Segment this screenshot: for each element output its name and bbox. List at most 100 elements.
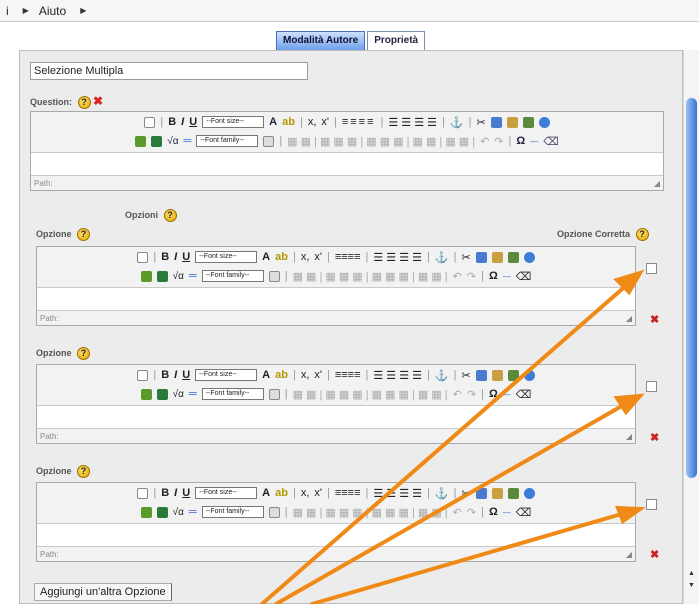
media-icon[interactable] <box>156 270 168 282</box>
highlight-icon[interactable]: ab <box>282 116 295 128</box>
scroll-thumb[interactable] <box>686 98 697 478</box>
nbsp-icon[interactable]: — <box>503 390 511 399</box>
option-text-area[interactable] <box>37 523 635 547</box>
add-option-button[interactable]: Aggiungi un'altra Opzione <box>34 583 172 601</box>
undo-icon[interactable]: ↶ <box>480 135 489 148</box>
new-doc-icon[interactable] <box>137 487 149 499</box>
list-icons[interactable]: ☰ ☰ ☰ ☰ <box>373 369 422 382</box>
math-icon[interactable]: √α <box>173 271 184 282</box>
delete-option-icon[interactable]: ✖ <box>650 548 659 561</box>
option-text-area[interactable] <box>37 405 635 429</box>
highlight-icon[interactable]: ab <box>275 369 288 381</box>
bold-icon[interactable]: B <box>161 487 169 499</box>
cut-icon[interactable]: ✂ <box>461 251 470 264</box>
resize-grip-icon[interactable]: ◢ <box>626 432 632 441</box>
superscript-icon[interactable]: x' <box>321 116 329 128</box>
paste-icon[interactable] <box>491 487 503 499</box>
subscript-icon[interactable]: x, <box>301 251 310 263</box>
omega-icon[interactable]: Ω <box>489 270 498 282</box>
correct-option-checkbox-1[interactable] <box>646 263 657 274</box>
text-color-icon[interactable]: A <box>262 369 270 381</box>
omega-icon[interactable]: Ω <box>489 506 498 518</box>
table-icons[interactable]: ▦ ▦ | ▦ ▦ ▦ | ▦ ▦ ▦ | ▦ ▦ | ▦ ▦ | <box>287 135 475 148</box>
underline-icon[interactable]: U <box>182 251 190 263</box>
info-icon[interactable] <box>538 116 550 128</box>
cleanup-icon[interactable]: ⌫ <box>543 135 559 148</box>
image-icon[interactable] <box>140 270 152 282</box>
paste-word-icon[interactable] <box>507 487 519 499</box>
hr-icon[interactable]: ═ <box>189 270 197 282</box>
cut-icon[interactable]: ✂ <box>461 487 470 500</box>
new-doc-icon[interactable] <box>137 369 149 381</box>
cleanup-icon[interactable]: ⌫ <box>516 506 532 519</box>
paste-icon[interactable] <box>491 251 503 263</box>
resize-grip-icon[interactable]: ◢ <box>654 179 660 188</box>
list-icons[interactable]: ☰ ☰ ☰ ☰ <box>373 487 422 500</box>
scroll-down-icon[interactable]: ▼ <box>688 582 695 589</box>
resize-grip-icon[interactable]: ◢ <box>626 550 632 559</box>
font-family-select[interactable]: --Font family-- <box>201 388 264 400</box>
italic-icon[interactable]: I <box>181 116 184 128</box>
redo-icon[interactable]: ↷ <box>494 135 503 148</box>
underline-icon[interactable]: U <box>189 116 197 128</box>
image-icon[interactable] <box>140 388 152 400</box>
hr-icon[interactable]: ═ <box>189 506 197 518</box>
new-doc-icon[interactable] <box>137 251 149 263</box>
underline-icon[interactable]: U <box>182 369 190 381</box>
edit-icon[interactable] <box>268 506 280 518</box>
math-icon[interactable]: √α <box>173 507 184 518</box>
list-icons[interactable]: ☰ ☰ ☰ ☰ <box>388 116 437 129</box>
image-icon[interactable] <box>140 506 152 518</box>
math-icon[interactable]: √α <box>173 389 184 400</box>
omega-icon[interactable]: Ω <box>516 135 525 147</box>
subscript-icon[interactable]: x, <box>308 116 317 128</box>
question-text-area[interactable] <box>31 152 663 176</box>
font-family-select[interactable]: --Font family-- <box>201 270 264 282</box>
help-icon[interactable]: ? <box>635 228 649 241</box>
text-color-icon[interactable]: A <box>262 487 270 499</box>
text-color-icon[interactable]: A <box>262 251 270 263</box>
media-icon[interactable] <box>151 135 163 147</box>
copy-icon[interactable] <box>490 116 502 128</box>
align-icons[interactable]: ≡≡≡≡ <box>335 251 361 263</box>
math-icon[interactable]: √α <box>167 136 178 147</box>
cleanup-icon[interactable]: ⌫ <box>516 270 532 283</box>
anchor-icon[interactable]: ⚓ <box>435 251 449 264</box>
paste-word-icon[interactable] <box>507 251 519 263</box>
option-editor-3[interactable]: | B I U --Font size-- A ab | x, x' | ≡≡≡≡ | … <box>36 482 636 562</box>
menu-item-aiuto[interactable]: Aiuto <box>39 4 66 18</box>
align-icons[interactable]: ≡≡≡≡ <box>335 369 361 381</box>
nbsp-icon[interactable]: — <box>530 137 538 146</box>
info-icon[interactable] <box>523 369 535 381</box>
cleanup-icon[interactable]: ⌫ <box>516 388 532 401</box>
cut-icon[interactable]: ✂ <box>461 369 470 382</box>
font-size-select[interactable]: --Font size-- <box>202 116 265 128</box>
undo-icon[interactable]: ↶ <box>453 270 462 283</box>
cut-icon[interactable]: ✂ <box>476 116 485 129</box>
font-family-select[interactable]: --Font family-- <box>196 135 259 147</box>
subscript-icon[interactable]: x, <box>301 369 310 381</box>
italic-icon[interactable]: I <box>174 251 177 263</box>
info-icon[interactable] <box>523 487 535 499</box>
superscript-icon[interactable]: x' <box>314 369 322 381</box>
edit-icon[interactable] <box>268 270 280 282</box>
delete-option-icon[interactable]: ✖ <box>650 313 659 326</box>
highlight-icon[interactable]: ab <box>275 487 288 499</box>
list-icons[interactable]: ☰ ☰ ☰ ☰ <box>373 251 422 264</box>
nbsp-icon[interactable]: — <box>503 508 511 517</box>
info-icon[interactable] <box>523 251 535 263</box>
image-icon[interactable] <box>135 135 147 147</box>
tab-proprieta[interactable]: Proprietà <box>367 31 426 50</box>
paste-icon[interactable] <box>491 369 503 381</box>
font-family-select[interactable]: --Font family-- <box>201 506 264 518</box>
align-icons[interactable]: ≡≡≡≡ <box>335 487 361 499</box>
resize-grip-icon[interactable]: ◢ <box>626 314 632 323</box>
media-icon[interactable] <box>156 506 168 518</box>
align-icons[interactable]: ≡≡≡≡ <box>342 116 376 128</box>
redo-icon[interactable]: ↷ <box>467 270 476 283</box>
help-icon[interactable]: ? <box>77 96 91 110</box>
option-editor-2[interactable]: | B I U --Font size-- A ab | x, x' | ≡≡≡≡ | … <box>36 364 636 444</box>
help-icon[interactable]: ? <box>77 465 91 478</box>
edit-icon[interactable] <box>263 135 275 147</box>
bold-icon[interactable]: B <box>161 251 169 263</box>
